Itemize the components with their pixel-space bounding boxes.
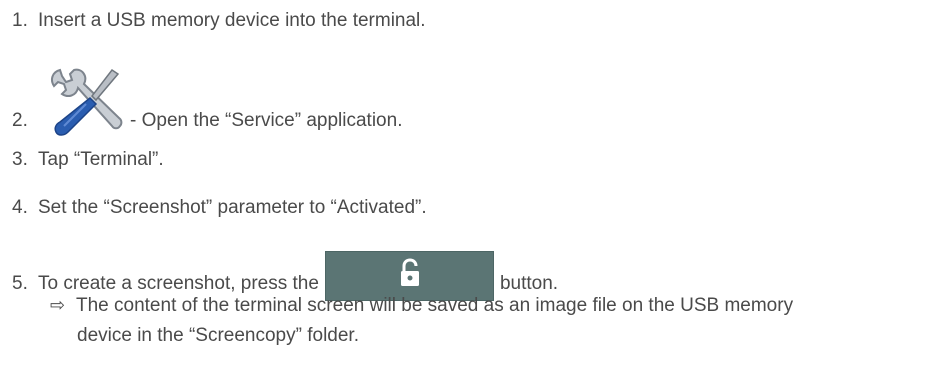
result-arrow-icon: ⇨ xyxy=(50,295,66,316)
step-result: ⇨ The content of the terminal screen will… xyxy=(50,291,910,351)
result-text-line-2: device in the “Screencopy” folder. xyxy=(77,325,359,346)
wrench-screwdriver-icon xyxy=(46,64,126,140)
step-5: 5. To create a screenshot, press the but… xyxy=(12,245,558,301)
step-number: 3. xyxy=(12,149,28,170)
step-number: 2. xyxy=(12,110,28,131)
step-1: 1. Insert a USB memory device into the t… xyxy=(12,10,426,32)
step-number: 4. xyxy=(12,197,28,218)
step-text: Set the “Screenshot” parameter to “Activ… xyxy=(38,197,427,218)
result-text-line-1: The content of the terminal screen will … xyxy=(76,295,794,316)
step-text: - Open the “Service” application. xyxy=(130,110,403,131)
step-text: Tap “Terminal”. xyxy=(38,149,164,170)
step-3: 3. Tap “Terminal”. xyxy=(12,149,164,171)
step-4: 4. Set the “Screenshot” parameter to “Ac… xyxy=(12,197,427,219)
step-number: 5. xyxy=(12,273,28,294)
step-2: 2. - Open the “Service” application. xyxy=(12,56,403,136)
unlock-icon xyxy=(400,258,419,286)
step-number: 1. xyxy=(12,10,28,31)
step-text: Insert a USB memory device into the term… xyxy=(38,10,426,31)
